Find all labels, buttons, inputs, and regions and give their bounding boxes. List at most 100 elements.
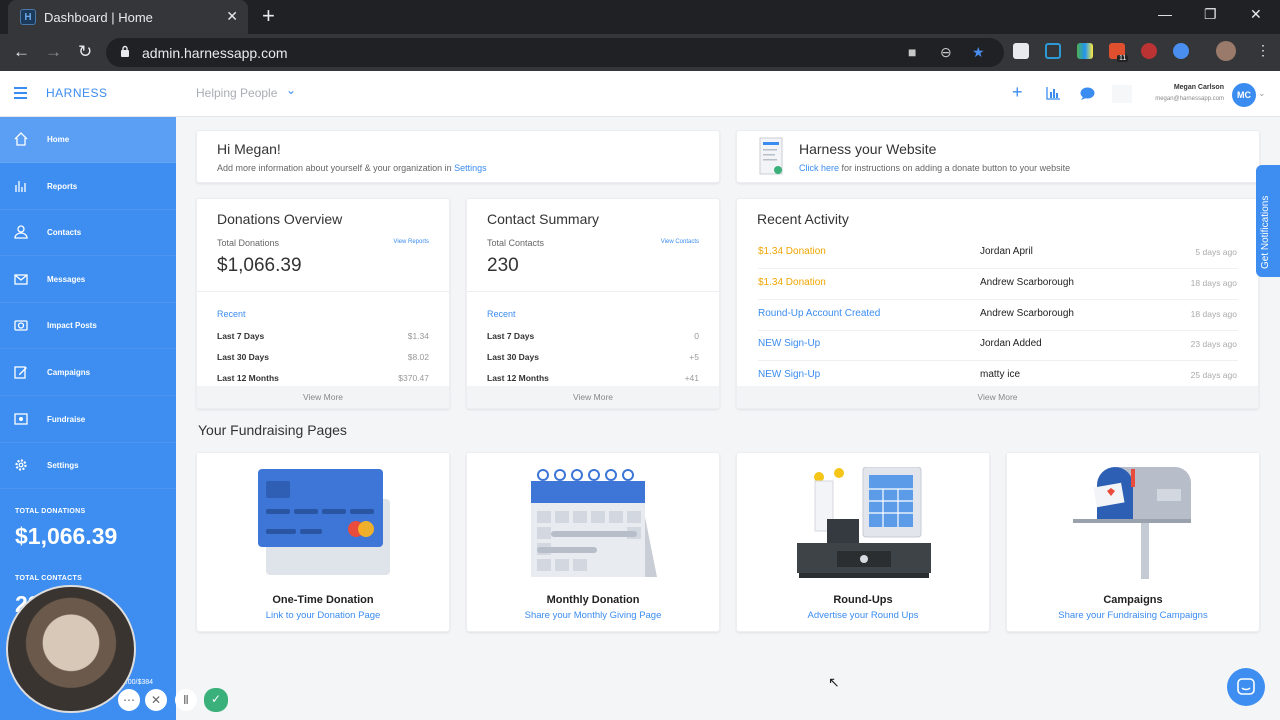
fundraising-page-link[interactable]: Advertise your Round Ups xyxy=(737,610,989,621)
cancel-recording-icon[interactable]: ✕ xyxy=(145,689,167,711)
welcome-text: Add more information about yourself & yo… xyxy=(217,163,487,173)
settings-link[interactable]: Settings xyxy=(454,163,487,173)
activity-time: 25 days ago xyxy=(1190,370,1237,380)
extension-icon[interactable] xyxy=(1013,43,1029,59)
get-notifications-tab[interactable]: Get Notifications xyxy=(1256,165,1280,277)
website-card: Harness your Website Click here for inst… xyxy=(736,130,1260,183)
document-icon xyxy=(759,137,783,175)
card-title: Contact Summary xyxy=(487,211,600,227)
zoom-extension-icon[interactable] xyxy=(1173,43,1189,59)
bar-chart-icon[interactable] xyxy=(1046,87,1060,100)
view-contacts-link[interactable]: View Contacts xyxy=(661,239,699,245)
recent-heading: Recent xyxy=(217,309,246,319)
chevron-down-icon[interactable]: ⌄ xyxy=(286,83,296,97)
stat-row-value: $8.02 xyxy=(407,352,429,362)
extension-icon[interactable] xyxy=(1141,43,1157,59)
new-tab-icon[interactable]: + xyxy=(262,5,275,27)
credit-card-icon xyxy=(258,469,390,575)
stat-row-label: Last 30 Days xyxy=(217,352,269,362)
sidebar-item-label: Messages xyxy=(47,275,86,284)
back-icon[interactable]: ← xyxy=(13,42,30,62)
reload-icon[interactable]: ↻ xyxy=(78,42,92,62)
chat-bubble-icon[interactable] xyxy=(1080,87,1095,100)
address-bar[interactable]: admin.harnessapp.com ■ ⊖ ★ xyxy=(106,38,1004,67)
org-selector[interactable]: Helping People xyxy=(196,86,277,100)
avatar[interactable]: MC xyxy=(1232,83,1256,107)
sidebar-item-contacts[interactable]: Contacts xyxy=(0,210,176,256)
fundraising-page-card[interactable]: Campaigns Share your Fundraising Campaig… xyxy=(1006,452,1260,632)
activity-type[interactable]: $1.34 Donation xyxy=(758,277,826,288)
sidebar-item-settings[interactable]: Settings xyxy=(0,443,176,489)
hamburger-icon[interactable] xyxy=(14,87,27,102)
bookmark-star-icon[interactable]: ★ xyxy=(972,44,985,61)
view-more-button[interactable]: View More xyxy=(737,386,1258,408)
home-icon xyxy=(14,132,28,146)
camera-blocked-icon[interactable]: ■ xyxy=(908,44,916,60)
contact-summary-card: Contact Summary Total Contacts View Cont… xyxy=(466,198,721,409)
card-title: Donations Overview xyxy=(217,211,343,227)
fundraising-page-card[interactable]: One-Time Donation Link to your Donation … xyxy=(196,452,450,632)
browser-tab-bar: H Dashboard | Home ✕ + — ❐ ✕ xyxy=(0,0,1280,34)
browser-tab[interactable]: H Dashboard | Home ✕ xyxy=(8,0,248,34)
fundraising-page-card[interactable]: Round-Ups Advertise your Round Ups xyxy=(736,452,990,632)
sidebar-item-reports[interactable]: Reports xyxy=(0,164,176,210)
minimize-icon[interactable]: — xyxy=(1158,6,1172,22)
window-close-icon[interactable]: ✕ xyxy=(1250,6,1262,23)
row-divider xyxy=(758,330,1238,331)
sidebar-item-label: Contacts xyxy=(47,228,82,237)
stat-row-value: +41 xyxy=(684,373,699,383)
more-options-icon[interactable]: ⋯ xyxy=(118,689,140,711)
activity-type[interactable]: NEW Sign-Up xyxy=(758,369,820,380)
welcome-text-body: Add more information about yourself & yo… xyxy=(217,163,455,173)
activity-type[interactable]: NEW Sign-Up xyxy=(758,338,820,349)
sidebar-item-label: Campaigns xyxy=(47,368,91,377)
fundraising-page-link[interactable]: Link to your Donation Page xyxy=(197,610,449,621)
website-title: Harness your Website xyxy=(799,141,937,157)
card-title: Recent Activity xyxy=(757,211,849,227)
calendar-icon xyxy=(531,469,657,577)
plus-icon[interactable]: + xyxy=(1012,82,1023,103)
finish-recording-icon[interactable]: ✓ xyxy=(204,688,228,712)
fundraising-page-card[interactable]: Monthly Donation Share your Monthly Givi… xyxy=(466,452,720,632)
tab-title: Dashboard | Home xyxy=(44,10,153,25)
activity-name: Andrew Scarborough xyxy=(980,308,1074,319)
extension-icon[interactable] xyxy=(1077,43,1093,59)
profile-avatar-icon[interactable] xyxy=(1216,41,1236,61)
fundraising-page-link[interactable]: Share your Monthly Giving Page xyxy=(467,610,719,621)
sidebar-item-campaigns[interactable]: Campaigns xyxy=(0,350,176,396)
sidebar-item-home[interactable]: Home xyxy=(0,117,176,163)
fundraising-page-title: Round-Ups xyxy=(833,594,893,606)
restore-icon[interactable]: ❐ xyxy=(1204,6,1217,23)
view-more-button[interactable]: View More xyxy=(197,386,449,408)
sidebar-item-label: Reports xyxy=(47,182,78,191)
zoom-icon[interactable]: ⊖ xyxy=(940,44,952,61)
brand-name[interactable]: HARNESS xyxy=(46,86,108,100)
menu-icon[interactable]: ⋮ xyxy=(1256,42,1270,59)
sidebar-item-messages[interactable]: Messages xyxy=(0,257,176,303)
row-divider xyxy=(758,360,1238,361)
close-tab-icon[interactable]: ✕ xyxy=(226,8,238,25)
mouse-cursor-icon: ↖ xyxy=(828,674,840,690)
fundraising-page-link[interactable]: Share your Fundraising Campaigns xyxy=(1007,610,1259,621)
blank-icon[interactable] xyxy=(1112,85,1132,103)
pause-recording-icon[interactable]: Ⅱ xyxy=(175,689,197,711)
forward-icon[interactable]: → xyxy=(45,42,62,62)
chat-launcher-button[interactable] xyxy=(1227,668,1265,706)
view-more-button[interactable]: View More xyxy=(467,386,719,408)
click-here-link[interactable]: Click here xyxy=(799,163,839,173)
view-reports-link[interactable]: View Reports xyxy=(393,239,429,245)
chevron-down-icon[interactable]: ⌄ xyxy=(1258,88,1266,99)
stat-row-value: +5 xyxy=(689,352,699,362)
chat-icon xyxy=(1237,678,1255,695)
person-icon xyxy=(14,225,28,239)
extension-icon[interactable] xyxy=(1045,43,1061,59)
activity-type[interactable]: $1.34 Donation xyxy=(758,246,826,257)
divider xyxy=(467,291,721,292)
activity-time: 18 days ago xyxy=(1190,278,1237,288)
activity-name: Jordan April xyxy=(980,246,1033,257)
stat-row-label: Last 12 Months xyxy=(217,373,279,383)
activity-type[interactable]: Round-Up Account Created xyxy=(758,308,880,319)
sidebar-item-fundraise[interactable]: Fundraise xyxy=(0,397,176,443)
card-subtitle: Total Donations xyxy=(217,238,280,248)
sidebar-item-impact-posts[interactable]: Impact Posts xyxy=(0,303,176,349)
